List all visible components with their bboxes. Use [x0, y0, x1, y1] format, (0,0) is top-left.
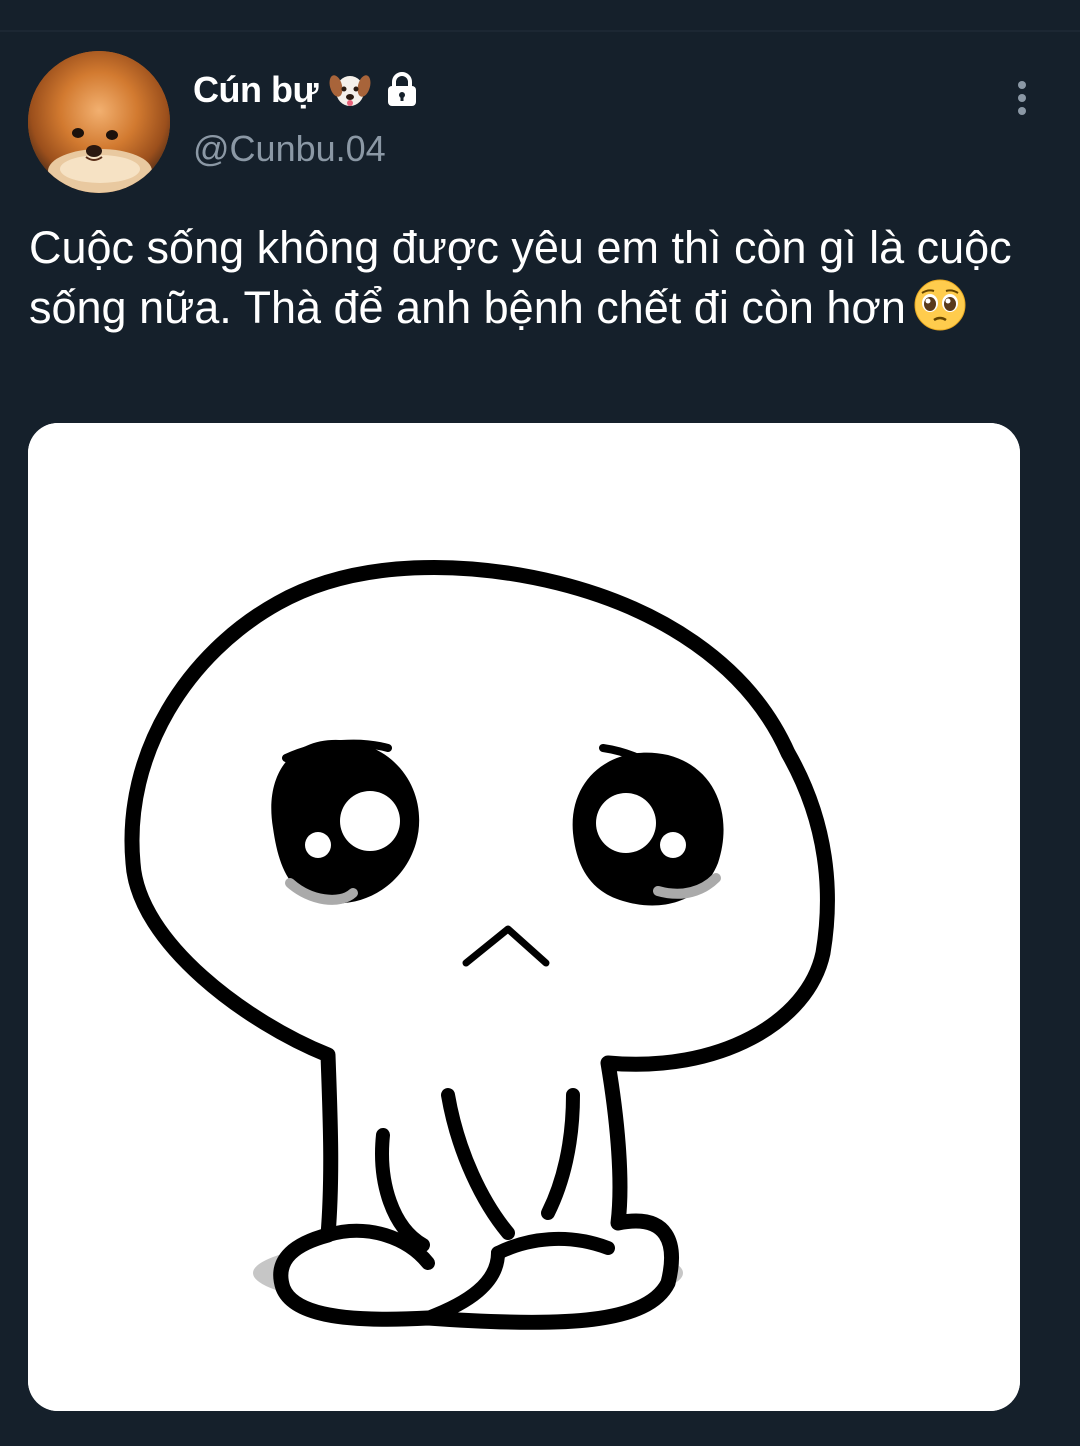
dog-face-emoji-icon: [328, 68, 372, 112]
tweet-text-content: Cuộc sống không được yêu em thì còn gì l…: [29, 222, 1012, 333]
user-handle[interactable]: @Cunbu.04: [193, 128, 386, 170]
pleading-face-emoji-icon: [912, 277, 968, 333]
sad-cartoon-character-image: [28, 423, 1020, 1411]
tweet-media-image[interactable]: [28, 423, 1020, 1411]
tweet-detail-screen: Cún bự @Cunbu.04 Cuộc sống không được yê…: [0, 0, 1080, 1446]
display-name-row: Cún bự: [193, 66, 422, 114]
display-name[interactable]: Cún bự: [193, 69, 319, 111]
tweet-text: Cuộc sống không được yêu em thì còn gì l…: [29, 218, 1039, 337]
avatar[interactable]: [28, 51, 170, 193]
lock-icon: [382, 70, 422, 110]
pomeranian-avatar-icon: [28, 51, 170, 193]
more-options-icon: [1018, 81, 1026, 89]
more-options-button[interactable]: [1002, 76, 1042, 120]
top-bar: [0, 0, 1080, 32]
